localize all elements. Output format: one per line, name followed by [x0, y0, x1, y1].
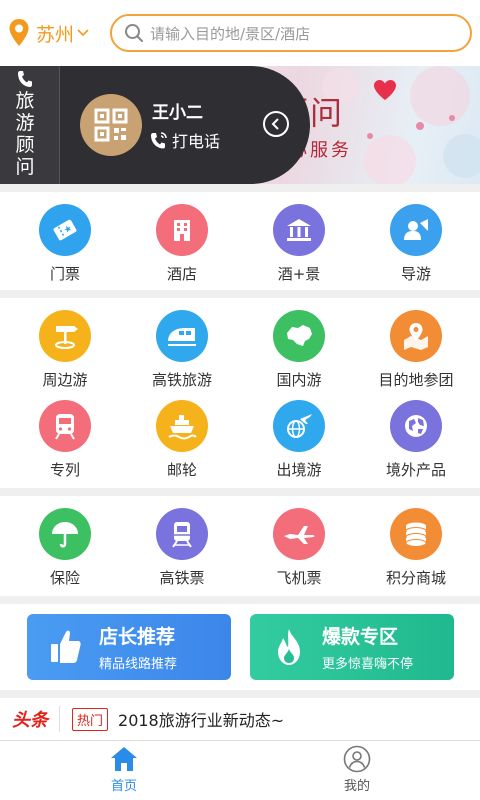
- grid-label: 门票: [49, 265, 80, 283]
- temple-icon: [273, 204, 325, 256]
- city-selector[interactable]: 苏州: [8, 17, 89, 49]
- grid-item-special-train[interactable]: 专列: [5, 400, 125, 480]
- grid-label: 高铁票: [159, 569, 205, 587]
- headline-logo: 头条: [12, 710, 48, 731]
- hot-badge: 热门: [72, 707, 109, 731]
- grid-item-hotel-scenic[interactable]: 酒+景: [239, 204, 359, 284]
- call-label: 打电话: [172, 132, 221, 151]
- signpost-icon: [39, 310, 91, 362]
- grid-label: 酒店: [166, 265, 197, 283]
- grid-label: 导游: [400, 265, 431, 283]
- flame-icon: [278, 629, 300, 665]
- tab-home-label: 首页: [110, 779, 137, 794]
- grid-label: 积分商城: [385, 569, 446, 587]
- quick-service-panel: 门票 酒店 酒+景 导游: [0, 192, 480, 290]
- advisor-panel: 旅游顾问 王小二 打电话: [0, 66, 310, 184]
- grid-label: 邮轮: [166, 461, 197, 479]
- phone-icon: [18, 71, 32, 87]
- grid-item-domestic[interactable]: 国内游: [239, 310, 359, 390]
- ticket-icon: [39, 204, 91, 256]
- travel-category-panel: 周边游 高铁旅游 国内游 目的地参团 专列 邮轮 出境游 境外产品: [0, 298, 480, 488]
- grid-item-insurance[interactable]: 保险: [5, 508, 125, 588]
- grid-label: 飞机票: [276, 569, 322, 587]
- advisor-tab[interactable]: 旅游顾问: [0, 66, 60, 184]
- grid-item-hsr-travel[interactable]: 高铁旅游: [122, 310, 242, 390]
- umbrella-icon: [39, 508, 91, 560]
- tab-mine-label: 我的: [343, 779, 370, 794]
- city-name: 苏州: [36, 23, 75, 46]
- grid-item-flight-ticket[interactable]: 飞机票: [239, 508, 359, 588]
- grid-item-guide[interactable]: 导游: [356, 204, 476, 284]
- manager-recommend-card[interactable]: 店长推荐 精品线路推荐: [27, 614, 231, 680]
- train-icon: [156, 310, 208, 362]
- tab-home[interactable]: 首页: [64, 745, 184, 794]
- bottom-nav: 首页 我的: [0, 740, 480, 800]
- grid-item-points-mall[interactable]: 积分商城: [356, 508, 476, 588]
- grid-item-outbound[interactable]: 出境游: [239, 400, 359, 480]
- grid-item-hotel[interactable]: 酒店: [122, 204, 242, 284]
- qr-code-icon: [94, 108, 128, 142]
- chevron-down-icon: [77, 29, 89, 37]
- thumbs-up-icon: [51, 630, 81, 663]
- grid-item-cruise[interactable]: 邮轮: [122, 400, 242, 480]
- tickets-panel: 保险 高铁票 飞机票 积分商城: [0, 496, 480, 596]
- plane-globe-icon: [273, 400, 325, 452]
- grid-label: 国内游: [276, 371, 322, 389]
- airplane-icon: [273, 508, 325, 560]
- grid-label: 目的地参团: [378, 371, 454, 389]
- phone-call-icon: [151, 132, 167, 149]
- user-icon: [343, 745, 371, 773]
- promo-title: 爆款专区: [322, 626, 399, 648]
- hot-deals-card[interactable]: 爆款专区 更多惊喜嗨不停: [250, 614, 454, 680]
- grid-label: 保险: [49, 569, 80, 587]
- divider: [59, 706, 60, 732]
- advisor-name: 王小二: [152, 103, 203, 123]
- search-input[interactable]: 请输入目的地/景区/酒店: [110, 14, 472, 52]
- hotel-icon: [156, 204, 208, 256]
- grid-item-nearby[interactable]: 周边游: [5, 310, 125, 390]
- grid-label: 专列: [49, 461, 80, 479]
- location-pin-icon: [9, 19, 29, 46]
- headline-ticker[interactable]: 头条 热门 2018旅游行业新动态~: [0, 698, 480, 740]
- grid-item-hsr-ticket[interactable]: 高铁票: [122, 508, 242, 588]
- headline-text: 2018旅游行业新动态~: [118, 711, 285, 730]
- grid-item-overseas[interactable]: 境外产品: [356, 400, 476, 480]
- search-icon: [125, 24, 143, 42]
- advisor-vertical-label: 旅游顾问: [15, 90, 35, 178]
- promo-title: 店长推荐: [99, 626, 176, 648]
- coins-icon: [390, 508, 442, 560]
- map-pin-icon: [390, 310, 442, 362]
- advisor-banner[interactable]: 专属旅游顾问 全年贴心服务 旅游顾问 王小二: [0, 66, 480, 184]
- grid-label: 周边游: [42, 371, 88, 389]
- top-bar: 苏州 请输入目的地/景区/酒店: [0, 0, 480, 66]
- grid-label: 高铁旅游: [151, 371, 212, 389]
- grid-item-destination-group[interactable]: 目的地参团: [356, 310, 476, 390]
- promo-subtitle: 更多惊喜嗨不停: [322, 657, 414, 672]
- call-button[interactable]: 打电话: [150, 128, 220, 152]
- heart-icon: [374, 80, 396, 100]
- chevron-left-icon: [271, 118, 279, 130]
- collapse-button[interactable]: [263, 111, 289, 137]
- search-placeholder: 请输入目的地/景区/酒店: [150, 24, 311, 43]
- cruise-icon: [156, 400, 208, 452]
- grid-label: 酒+景: [277, 265, 321, 283]
- train-ticket-icon: [156, 508, 208, 560]
- tab-mine[interactable]: 我的: [297, 745, 417, 794]
- promo-subtitle: 精品线路推荐: [99, 657, 178, 672]
- grid-label: 出境游: [276, 461, 322, 479]
- advisor-avatar[interactable]: [80, 94, 142, 156]
- metro-icon: [39, 400, 91, 452]
- grid-item-ticket[interactable]: 门票: [5, 204, 125, 284]
- grid-label: 境外产品: [385, 461, 446, 479]
- china-map-icon: [273, 310, 325, 362]
- globe-icon: [390, 400, 442, 452]
- home-icon: [111, 747, 137, 771]
- guide-icon: [390, 204, 442, 256]
